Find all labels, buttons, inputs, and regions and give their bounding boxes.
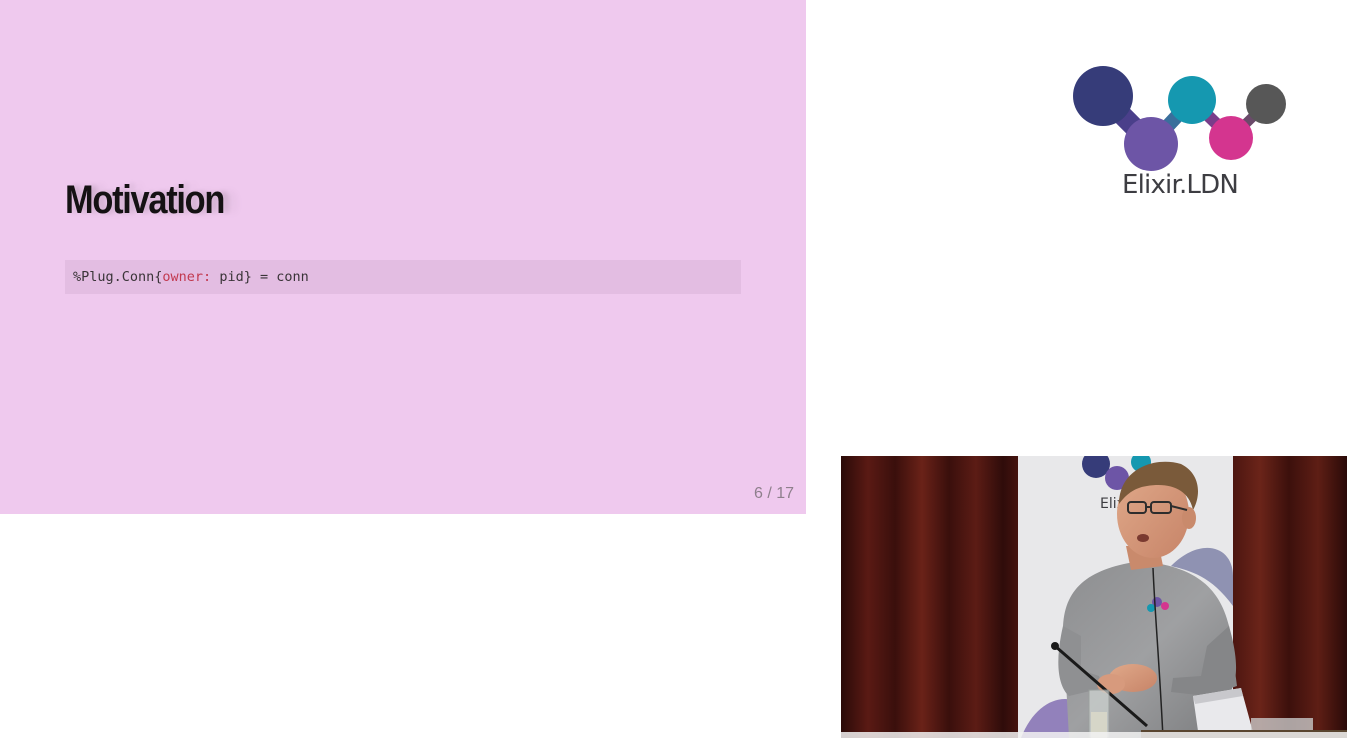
elixir-ldn-logo: Elixir.LDN	[1068, 62, 1292, 212]
slide-title: Motivation	[65, 178, 225, 222]
logo-wordmark: Elixir.LDN	[1121, 170, 1239, 200]
code-suffix: pid} = conn	[211, 269, 309, 285]
slide-counter: 6 / 17	[753, 485, 794, 502]
elixir-ldn-dots-icon	[1073, 66, 1286, 171]
presentation-slide: Motivation %Plug.Conn{owner: pid} = conn…	[0, 0, 806, 514]
screen: Motivation %Plug.Conn{owner: pid} = conn…	[0, 0, 1347, 738]
speaker-video: Elixir	[841, 456, 1347, 738]
code-key: owner:	[162, 269, 212, 285]
code-snippet: %Plug.Conn{owner: pid} = conn	[65, 260, 741, 294]
code-prefix: %Plug.Conn{	[73, 269, 163, 285]
speaker-video-frame: Elixir	[841, 456, 1347, 738]
